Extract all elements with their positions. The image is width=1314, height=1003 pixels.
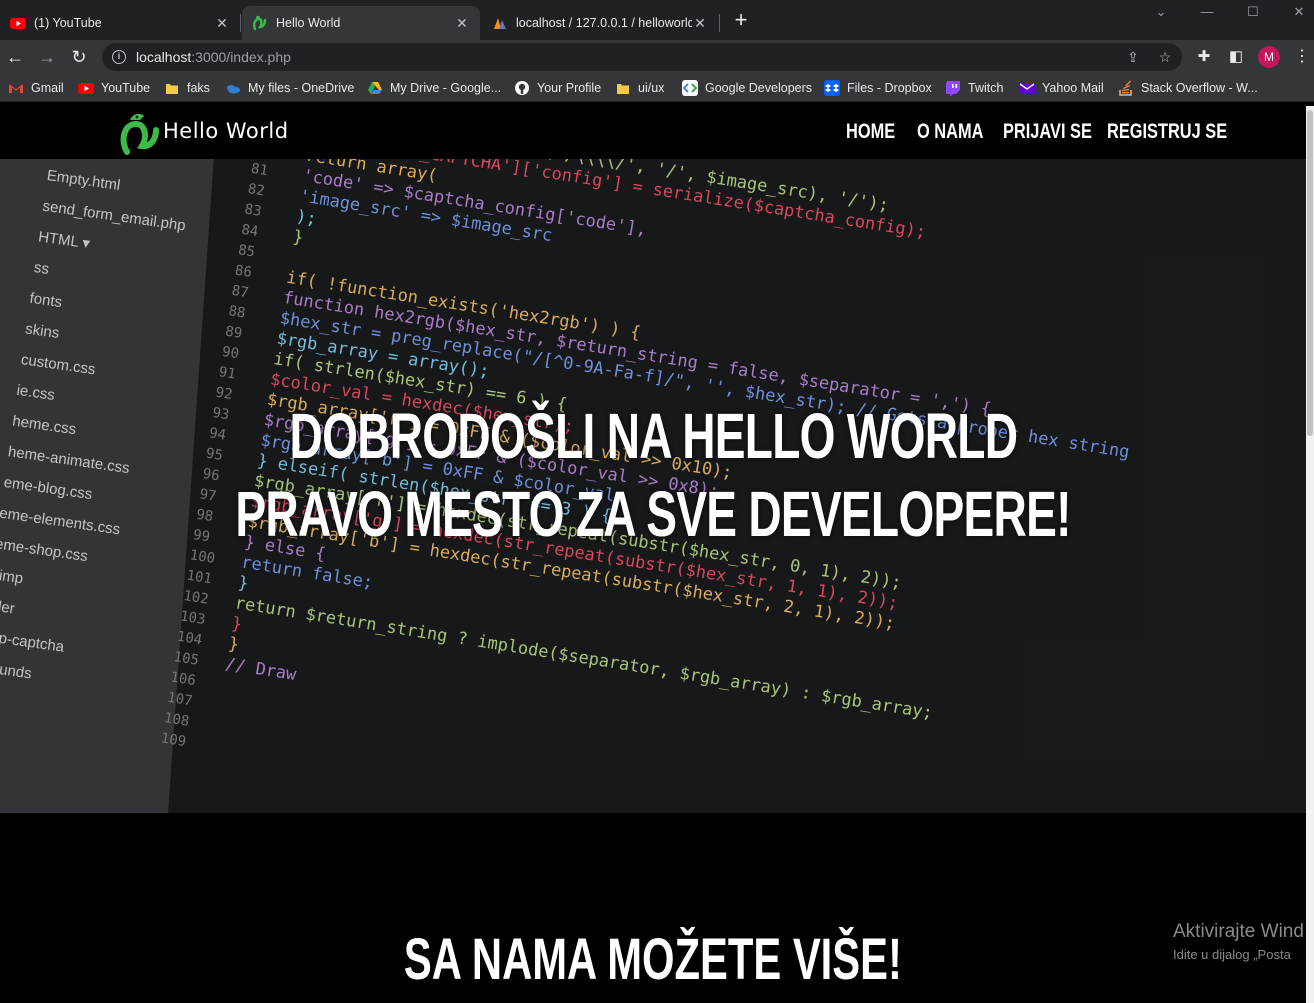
new-tab-icon[interactable]: + [730,9,752,32]
bookmark-youtube[interactable]: YouTube [78,78,150,98]
bookmark-gmail[interactable]: Gmail [8,78,64,98]
browser-tab-strip: (1) YouTube ✕ Hello World ✕ localhost / … [0,0,1314,40]
bookmark-label: YouTube [101,81,151,95]
nav-registruj-se[interactable]: REGISTRUJ SE [1107,120,1227,144]
site-info-icon[interactable]: i [112,50,126,64]
bookmark-ui-ux[interactable]: ui/ux [615,78,664,98]
browser-toolbar: ← → ↻ i localhost:3000/index.php ⇪ ☆ ✚ ◧… [0,40,1314,74]
url-text[interactable]: localhost:3000/index.php [136,49,291,65]
bookmark-stack-overflow[interactable]: Stack Overflow - W... [1118,78,1258,98]
close-window-icon[interactable]: ✕ [1288,4,1310,20]
tab-label: localhost / 127.0.0.1 / helloworld [516,16,692,30]
bookmark-label: Stack Overflow - W... [1141,81,1258,95]
stack-overflow-icon [1119,80,1132,96]
share-icon[interactable]: ⇪ [1124,48,1142,66]
nav-home[interactable]: HOME [846,120,895,144]
bookmark-label: My files - OneDrive [248,81,355,95]
hero-heading-line1-text: DOBRODOŠLI NA HELLO WORLD [289,400,1017,472]
tab-phpmyadmin[interactable]: localhost / 127.0.0.1 / helloworld ✕ [482,6,718,40]
folder-icon [617,84,629,94]
bookmark-twitch[interactable]: Twitch [945,78,1003,98]
hello-world-logo-icon [253,15,267,31]
maximize-icon[interactable]: ☐ [1242,4,1264,20]
bookmark-label: Your Profile [537,81,602,95]
bookmark-label: My Drive - Google... [390,81,502,95]
side-panel-icon[interactable]: ◧ [1226,47,1246,67]
bookmark-yahoo-mail[interactable]: Yahoo Mail [1019,78,1104,98]
hero-banner: ling.htmlEmpty.htmlsend_form_email.phpHT… [0,159,1306,813]
site-navbar: Hello World HOME O NAMA PRIJAVI SE REGIS… [0,106,1306,159]
bookmark-label: Gmail [31,81,64,95]
nav-prijavi-se[interactable]: PRIJAVI SE [1003,120,1092,144]
scrollbar-thumb[interactable] [1307,110,1313,436]
watermark-line1: Aktivirajte Wind [1173,921,1304,942]
back-icon[interactable]: ← [4,46,26,68]
bookmark-label: ui/ux [638,81,665,95]
bookmark-dropbox[interactable]: Files - Dropbox [824,78,932,98]
hello-world-logo-icon[interactable] [118,110,162,156]
tab-label: Hello World [276,16,341,30]
url-path: :3000/index.php [191,49,291,65]
profile-avatar[interactable]: M [1258,46,1280,68]
nav-o-nama[interactable]: O NAMA [917,120,983,144]
github-icon [515,81,529,95]
hero-heading-line1: DOBRODOŠLI NA HELLO WORLD [0,399,1306,473]
close-tab-icon[interactable]: ✕ [214,15,230,32]
youtube-icon [10,18,26,29]
menu-icon[interactable]: ⋮ [1294,47,1310,67]
page-viewport: Hello World HOME O NAMA PRIJAVI SE REGIS… [0,106,1306,1003]
close-tab-icon[interactable]: ✕ [454,15,470,32]
bookmark-google-drive[interactable]: My Drive - Google... [367,78,501,98]
minimize-icon[interactable]: — [1196,4,1218,20]
bookmark-label: Yahoo Mail [1042,81,1104,95]
section-heading-text: SA NAMA MOŽETE VIŠE! [403,927,903,992]
bookmark-label: Files - Dropbox [847,81,932,95]
bookmark-label: faks [187,81,210,95]
bookmark-github[interactable]: Your Profile [514,78,601,98]
url-host: localhost [136,49,192,65]
tab-label: (1) YouTube [34,16,102,30]
watermark-line2: Idite u dijalog „Posta [1173,947,1291,962]
page-scrollbar[interactable] [1306,106,1314,1003]
folder-icon [166,84,178,94]
dropbox-icon [824,80,840,96]
onedrive-icon [227,85,240,94]
close-tab-icon[interactable]: ✕ [692,15,708,32]
phpmyadmin-icon [494,18,506,29]
tab-hello-world[interactable]: Hello World ✕ [242,6,480,40]
tab-separator [240,14,241,32]
hero-heading-line2: PRAVO MESTO ZA SVE DEVELOPERE! [0,477,1306,551]
tab-separator [719,14,720,32]
google-developers-icon [682,80,698,96]
tab-search-icon[interactable]: ⌄ [1150,4,1172,20]
twitch-icon [946,81,960,96]
bookmark-label: Twitch [968,81,1004,95]
extensions-icon[interactable]: ✚ [1194,47,1214,67]
bookmark-star-icon[interactable]: ☆ [1156,48,1174,66]
hero-heading-line2-text: PRAVO MESTO ZA SVE DEVELOPERE! [235,478,1071,550]
yahoo-mail-icon [1019,83,1035,93]
address-bar[interactable]: i localhost:3000/index.php ⇪ ☆ [102,43,1182,71]
tab-youtube[interactable]: (1) YouTube ✕ [0,6,240,40]
reload-icon[interactable]: ↻ [68,46,90,68]
windows-activation-watermark: Aktivirajte Wind Idite u dijalog „Posta [1173,921,1304,962]
google-drive-icon [368,82,382,94]
forward-icon[interactable]: → [36,46,58,68]
site-brand[interactable]: Hello World [163,119,289,143]
bookmark-faks[interactable]: faks [164,78,210,98]
section-heading: SA NAMA MOŽETE VIŠE! [0,926,1306,993]
bookmarks-bar: Gmail YouTube faks My files - OneDrive M… [0,74,1314,102]
bookmark-label: Google Developers [705,81,813,95]
gmail-icon [9,84,23,93]
bookmark-google-developers[interactable]: Google Developers [682,78,812,98]
bookmark-onedrive[interactable]: My files - OneDrive [225,78,354,98]
youtube-icon [78,83,94,94]
